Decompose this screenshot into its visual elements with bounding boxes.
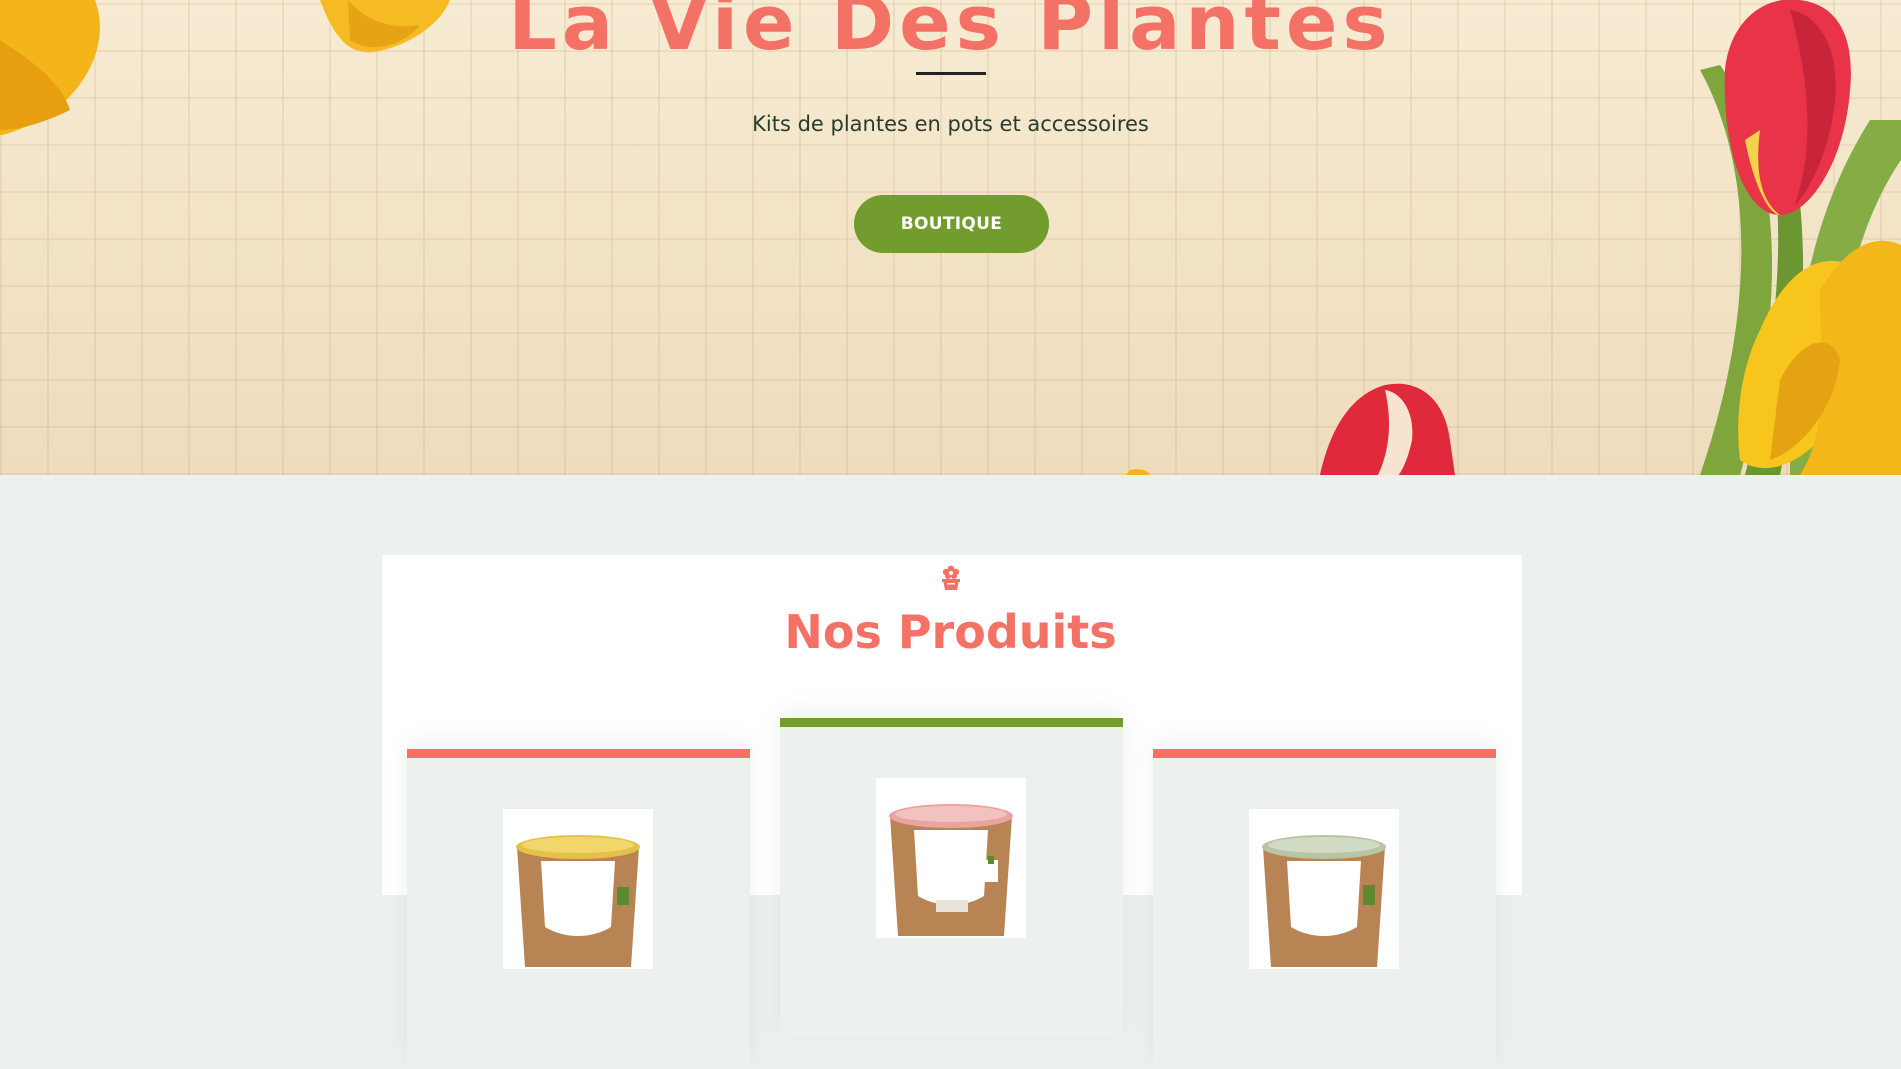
product-card[interactable] — [780, 718, 1123, 1038]
flower-pot-icon — [942, 565, 960, 590]
hero-subtitle: Kits de plantes en pots et accessoires — [752, 112, 1149, 136]
product-card[interactable] — [1153, 749, 1496, 1069]
hero-banner: La Vie Des Plantes Kits de plantes en po… — [0, 0, 1901, 475]
title-underline-decoration — [916, 72, 986, 75]
products-section-title: Nos Produits — [784, 605, 1117, 659]
plant-pot-kit-image — [516, 835, 640, 967]
boutique-button[interactable]: BOUTIQUE — [854, 195, 1049, 253]
product-image[interactable] — [876, 778, 1026, 938]
product-image[interactable] — [503, 809, 653, 969]
plant-pot-kit-image — [889, 804, 1013, 936]
product-card-top-bar — [407, 749, 750, 758]
product-card-top-bar — [1153, 749, 1496, 758]
product-card-top-bar — [780, 718, 1123, 727]
product-image[interactable] — [1249, 809, 1399, 969]
plant-pot-kit-image — [1262, 835, 1386, 967]
hero-title: La Vie Des Plantes — [508, 0, 1393, 67]
product-card[interactable] — [407, 749, 750, 1069]
